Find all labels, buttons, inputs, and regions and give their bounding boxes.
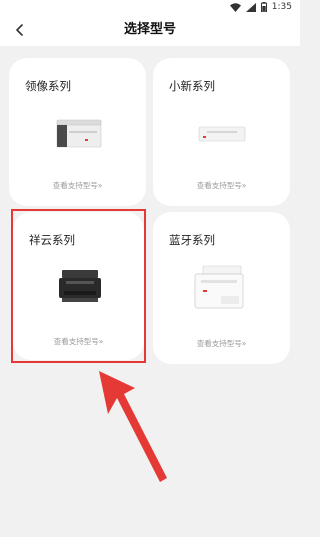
annotation-arrow-icon bbox=[99, 371, 167, 482]
